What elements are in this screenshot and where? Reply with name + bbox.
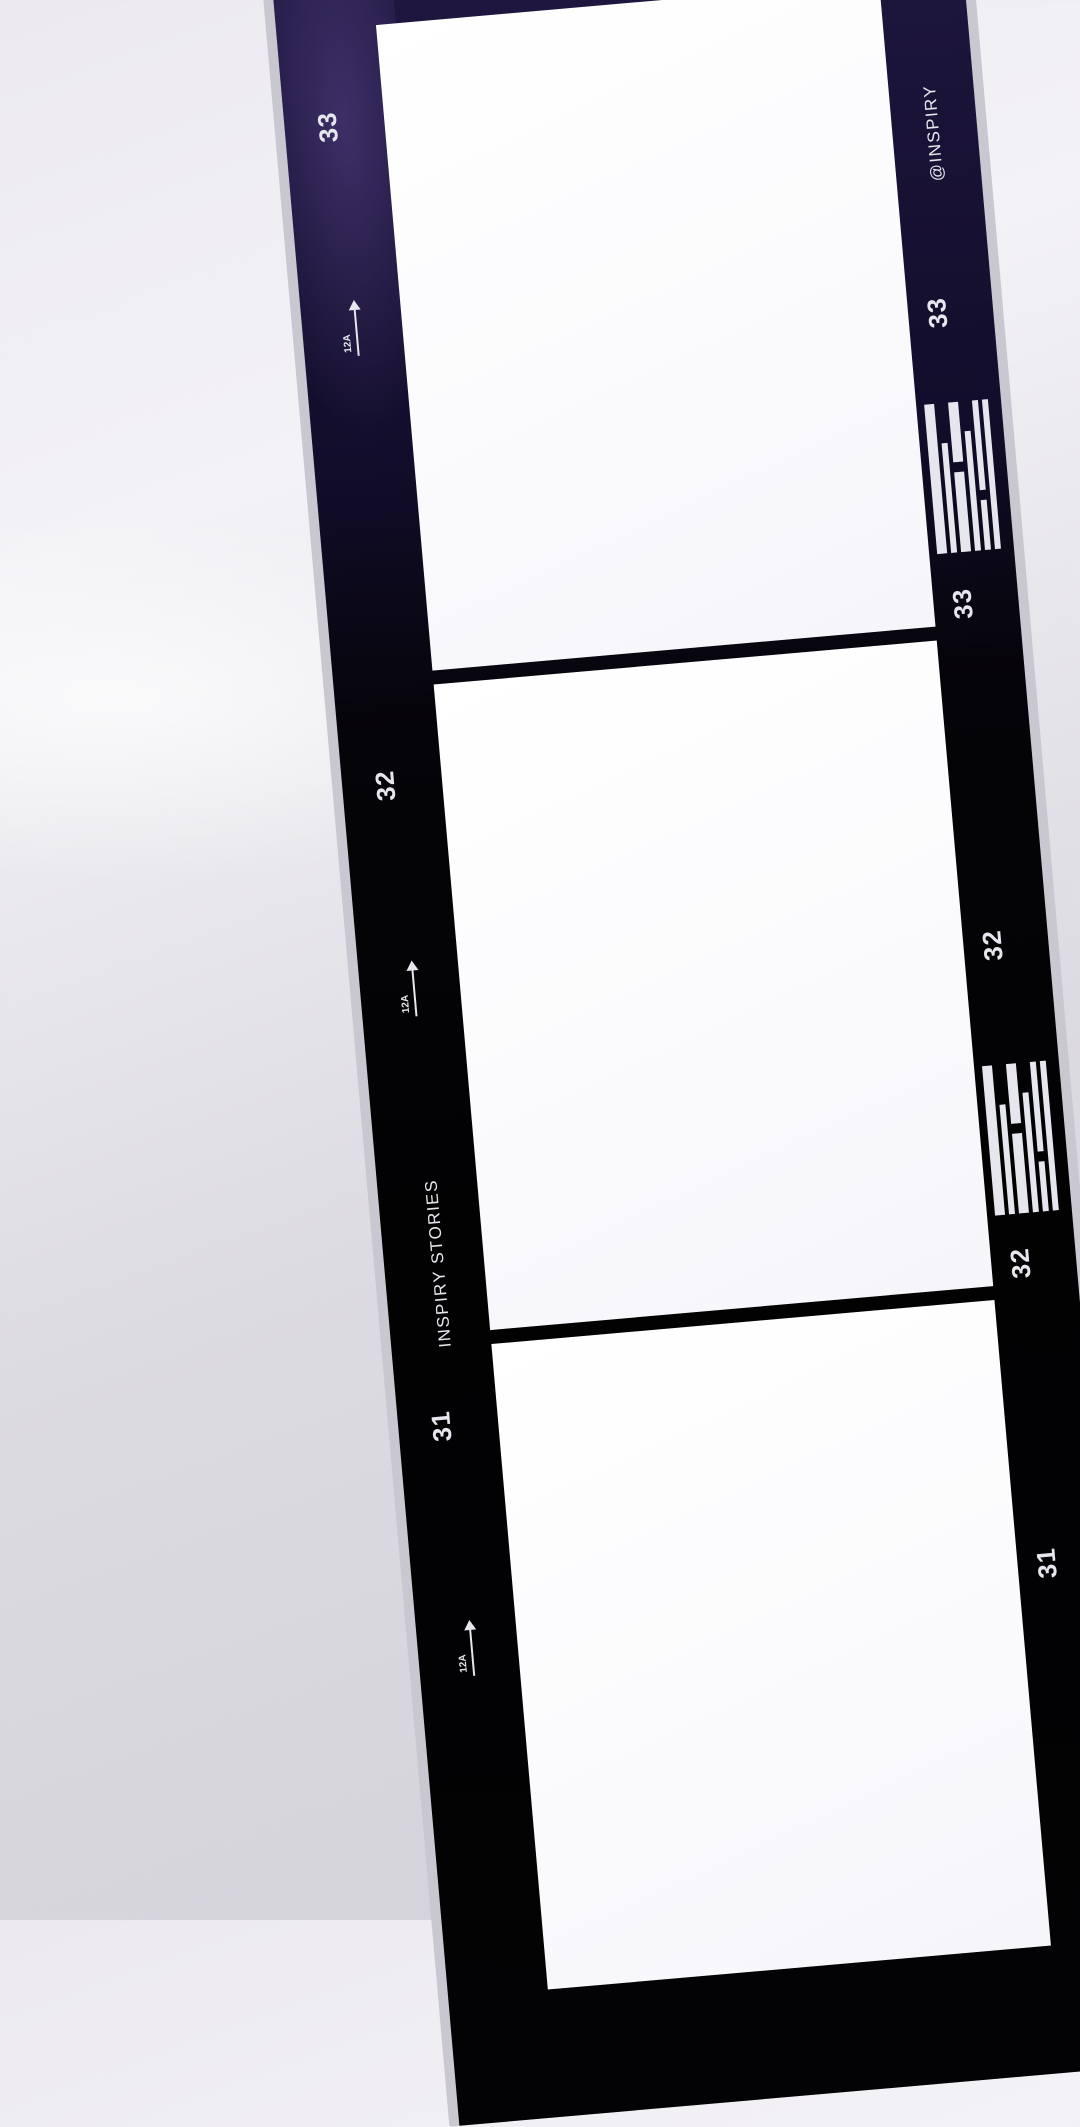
arrow-label: 12A (399, 994, 413, 1014)
arrow-head (405, 959, 419, 971)
frame-number-33-right: 33 (920, 296, 954, 330)
frame-number-32: 32 (368, 768, 402, 803)
arrow-label: 12A (341, 333, 355, 354)
frame-number-32-right-2: 32 (1003, 1246, 1037, 1280)
photo-frame-3[interactable] (491, 1300, 1051, 1990)
frame-number-31-right: 31 (1030, 1546, 1063, 1580)
barcode-icon (982, 1060, 1059, 1216)
arrow-line (353, 307, 360, 356)
frame-number-32-right: 32 (976, 928, 1009, 963)
arrow-head (347, 299, 361, 311)
frame-number-33-right-2: 33 (946, 586, 979, 621)
photo-frame-1[interactable] (375, 0, 936, 671)
frame-number-33: 33 (311, 110, 344, 144)
barcode-icon (924, 399, 1001, 555)
arrow-head (463, 1619, 477, 1631)
frame-number-31: 31 (424, 1409, 458, 1443)
arrow-label: 12A (457, 1653, 470, 1674)
arrow-line (469, 1627, 476, 1676)
arrow-line (411, 968, 418, 1017)
photo-frame-2[interactable] (433, 640, 994, 1331)
